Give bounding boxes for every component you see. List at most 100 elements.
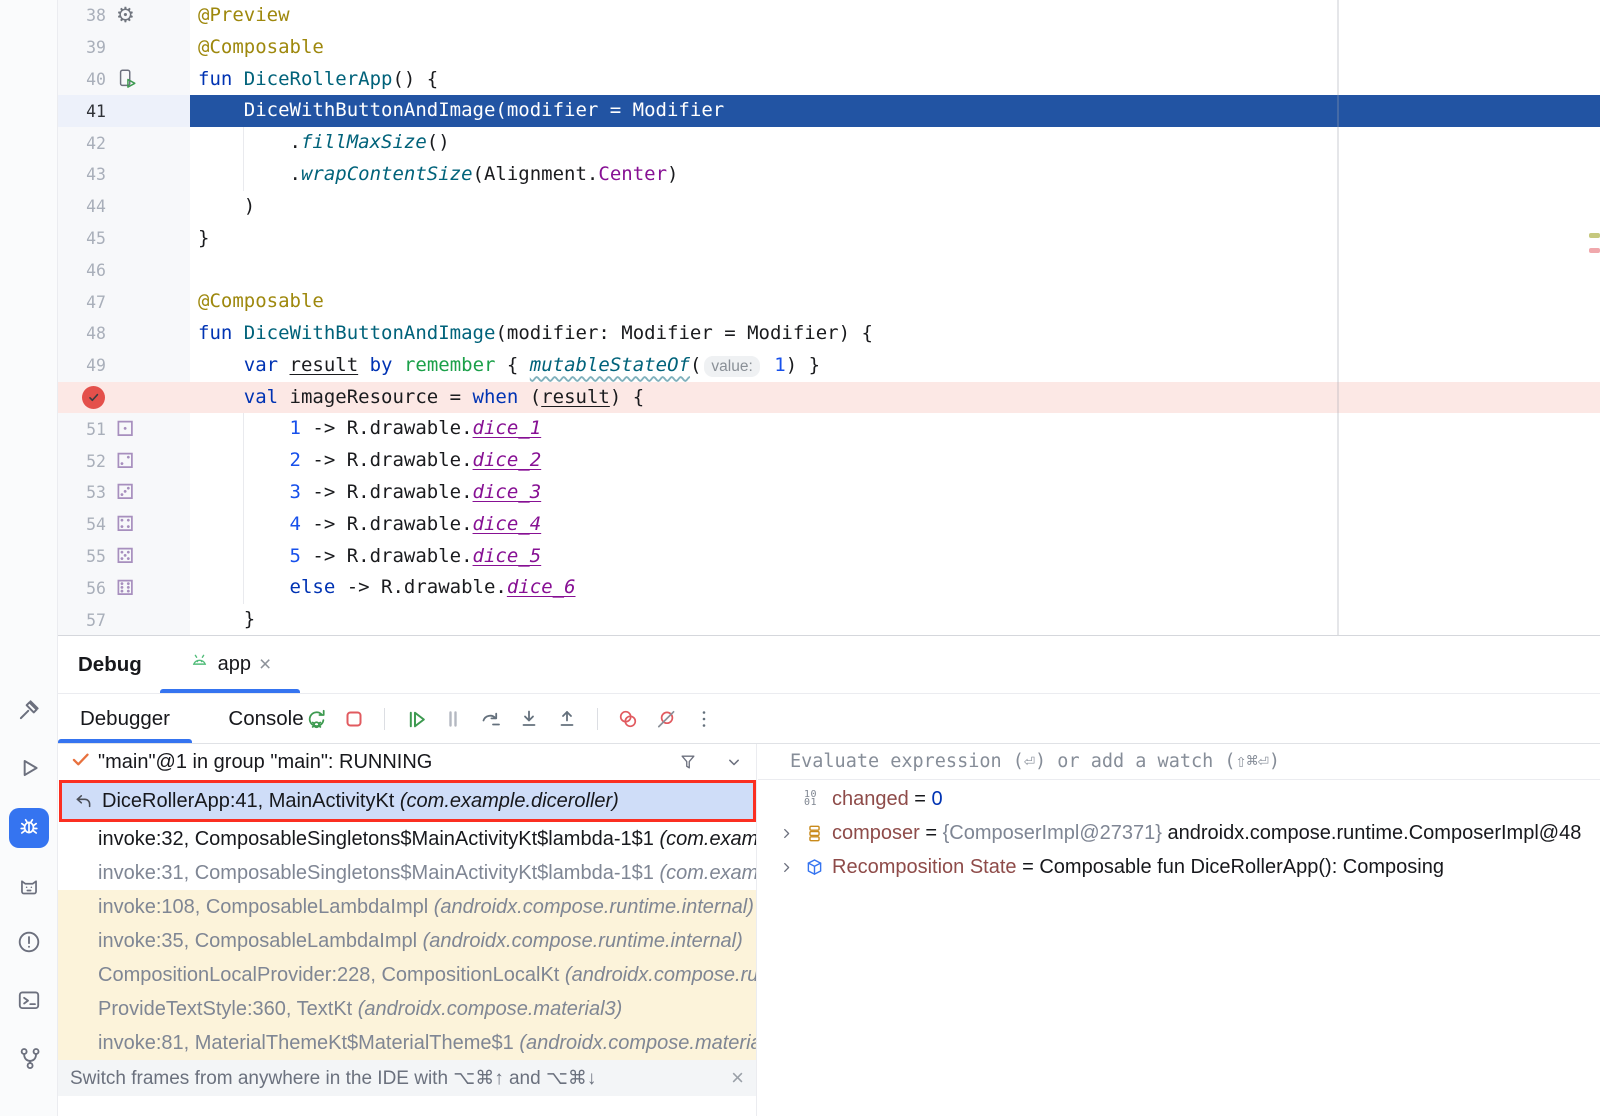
code-text[interactable]: 3 -> R.drawable.dice_3 [190,477,1600,509]
close-icon[interactable]: × [731,1067,744,1089]
step-into-button[interactable] [516,706,542,732]
gutter[interactable]: 46 [58,254,190,286]
line-number[interactable]: 38 [58,6,106,25]
stack-frame-row-selected[interactable]: DiceRollerApp:41, MainActivityKt (com.ex… [59,780,756,822]
drawable-preview-icon[interactable]: ⚅ [116,578,134,599]
code-text[interactable]: @Preview [190,0,1600,32]
code-line-43[interactable]: 43 .wrapContentSize(Alignment.Center) [58,159,1600,191]
chevron-down-icon[interactable] [724,752,744,772]
line-number[interactable]: 51 [58,420,106,439]
more-button[interactable] [691,706,717,732]
gutter[interactable]: 54 ⚃ [58,509,190,541]
code-text[interactable]: 4 -> R.drawable.dice_4 [190,509,1600,541]
stack-frame-row[interactable]: invoke:81, MaterialThemeKt$MaterialTheme… [58,1026,756,1060]
expand-chevron-icon[interactable] [778,859,804,876]
code-text[interactable]: 5 -> R.drawable.dice_5 [190,541,1600,573]
tab-debugger[interactable]: Debugger [58,694,192,744]
code-line-40[interactable]: 40fun DiceRollerApp() { [58,64,1600,96]
code-text[interactable] [190,254,1600,286]
code-line-46[interactable]: 46 [58,254,1600,286]
gutter[interactable]: 40 [58,64,190,96]
line-number[interactable]: 48 [58,324,106,343]
code-text[interactable]: DiceWithButtonAndImage(modifier = Modifi… [190,95,1600,127]
stack-frame-row[interactable]: invoke:31, ComposableSingletons$MainActi… [58,856,756,890]
gutter[interactable]: 48 [58,318,190,350]
gutter[interactable]: 53 ⚂ [58,477,190,509]
code-text[interactable]: .wrapContentSize(Alignment.Center) [190,159,1600,191]
tool-window-button-terminal[interactable] [9,982,49,1022]
line-number[interactable]: 54 [58,515,106,534]
code-line-51[interactable]: 51⚀ 1 -> R.drawable.dice_1 [58,413,1600,445]
gutter[interactable]: 38⚙ [58,0,190,32]
watch-row-recomposition-state[interactable]: Recomposition State = Composable fun Dic… [758,850,1600,884]
gutter[interactable]: 41 [58,95,190,127]
code-text[interactable]: } [190,604,1600,636]
close-icon[interactable]: × [259,654,271,675]
tool-window-button-debug[interactable] [9,808,49,848]
gutter[interactable]: 47 [58,286,190,318]
code-text[interactable]: fun DiceWithButtonAndImage(modifier: Mod… [190,318,1600,350]
stack-frame-row[interactable]: CompositionLocalProvider:228, Compositio… [58,958,756,992]
line-number[interactable]: 41 [58,102,106,121]
code-text[interactable]: fun DiceRollerApp() { [190,64,1600,96]
gutter[interactable]: 43 [58,159,190,191]
code-line-50[interactable]: val imageResource = when (result) { [58,382,1600,414]
stop-button[interactable] [341,706,367,732]
mute-breakpoints-button[interactable] [653,706,679,732]
drawable-preview-icon[interactable]: ⚄ [116,546,134,567]
code-text[interactable]: else -> R.drawable.dice_6 [190,572,1600,604]
code-editor[interactable]: 38⚙@Preview 39 @Composable 40fun DiceRoller… [58,0,1600,636]
code-line-44[interactable]: 44 ) [58,191,1600,223]
gutter[interactable]: 45 [58,223,190,255]
stack-frame-row[interactable]: invoke:32, ComposableSingletons$MainActi… [58,822,756,856]
step-out-button[interactable] [554,706,580,732]
code-line-57[interactable]: 57 } [58,604,1600,636]
line-number[interactable]: 47 [58,293,106,312]
tool-window-button-logcat[interactable] [9,866,49,906]
watch-row-composer[interactable]: composer = {ComposerImpl@27371} androidx… [758,816,1600,850]
evaluate-expression-input[interactable]: Evaluate expression (⏎) or add a watch (… [758,744,1600,780]
run-preview-icon[interactable] [116,68,138,90]
code-line-49[interactable]: 49 var result by remember { mutableState… [58,350,1600,382]
resume-button[interactable] [402,706,428,732]
code-line-53[interactable]: 53 ⚂ 3 -> R.drawable.dice_3 [58,477,1600,509]
view-breakpoints-button[interactable] [615,706,641,732]
code-line-38[interactable]: 38⚙@Preview [58,0,1600,32]
gutter[interactable]: 56 ⚅ [58,572,190,604]
code-text[interactable]: 1 -> R.drawable.dice_1 [190,413,1600,445]
code-line-52[interactable]: 52⚁ 2 -> R.drawable.dice_2 [58,445,1600,477]
code-text[interactable]: .fillMaxSize() [190,127,1600,159]
code-line-56[interactable]: 56 ⚅ else -> R.drawable.dice_6 [58,572,1600,604]
breakpoint-icon[interactable] [82,386,105,409]
drawable-preview-icon[interactable]: ⚃ [116,514,134,535]
code-text[interactable]: 2 -> R.drawable.dice_2 [190,445,1600,477]
line-number[interactable]: 46 [58,261,106,280]
session-tab-app[interactable]: app × [160,636,300,692]
drawable-preview-icon[interactable]: ⚁ [116,451,134,472]
code-line-55[interactable]: 55 ⚄ 5 -> R.drawable.dice_5 [58,541,1600,573]
line-number[interactable]: 43 [58,165,106,184]
line-number[interactable]: 53 [58,483,106,502]
line-number[interactable]: 55 [58,547,106,566]
stack-frame-row[interactable]: invoke:108, ComposableLambdaImpl (androi… [58,890,756,924]
line-number[interactable]: 57 [58,611,106,630]
line-number[interactable]: 45 [58,229,106,248]
code-line-45[interactable]: 45} [58,223,1600,255]
code-text[interactable]: var result by remember { mutableStateOf(… [190,350,1600,382]
code-text[interactable]: @Composable [190,286,1600,318]
gutter[interactable] [58,382,190,414]
step-over-button[interactable] [478,706,504,732]
scrollbar-error-mark[interactable] [1589,248,1600,253]
tool-window-button-problems[interactable] [9,924,49,964]
tool-window-button-run[interactable] [9,750,49,790]
pause-button[interactable] [440,706,466,732]
code-text[interactable]: ) [190,191,1600,223]
gutter[interactable]: 39 [58,32,190,64]
line-number[interactable]: 39 [58,38,106,57]
gutter[interactable]: 49 [58,350,190,382]
line-number[interactable]: 42 [58,134,106,153]
line-number[interactable]: 56 [58,579,106,598]
code-text[interactable]: } [190,223,1600,255]
line-number[interactable]: 49 [58,356,106,375]
drawable-preview-icon[interactable]: ⚂ [116,482,134,503]
